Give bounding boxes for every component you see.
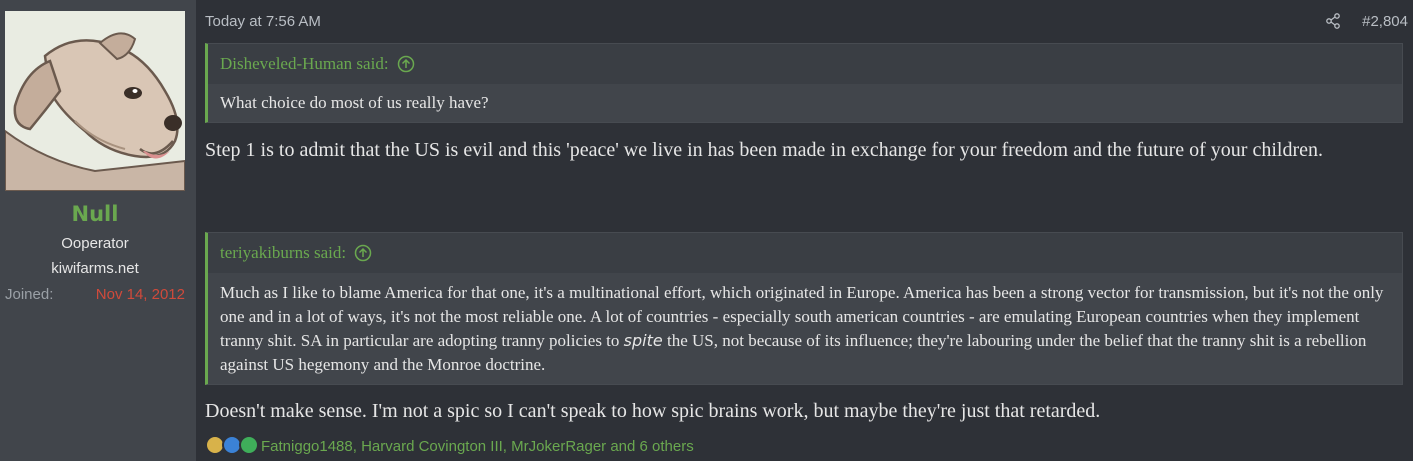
- quote-block: Disheveled-Human said: What choice do mo…: [205, 43, 1403, 123]
- user-sidebar: Null Ooperator kiwifarms.net Joined: Nov…: [0, 0, 196, 461]
- check-icon: [239, 435, 259, 455]
- jump-to-quote-icon[interactable]: [354, 244, 372, 262]
- reactions-bar[interactable]: Fatniggo1488, Harvard Covington III, MrJ…: [205, 435, 694, 457]
- post-number[interactable]: #2,804: [1362, 13, 1408, 30]
- post-content: Today at 7:56 AM #2,804 Disheveled-Human…: [196, 0, 1413, 461]
- quote-text: What choice do most of us really have?: [208, 84, 1402, 122]
- user-avatar[interactable]: [5, 11, 185, 191]
- jump-to-quote-icon[interactable]: [397, 55, 415, 73]
- reaction-icons[interactable]: [205, 435, 261, 457]
- joined-date: Nov 14, 2012: [95, 286, 185, 303]
- post-timestamp[interactable]: Today at 7:56 AM: [205, 13, 321, 30]
- joined-label: Joined:: [5, 286, 54, 303]
- post-paragraph: Doesn't make sense. I'm not a spic so I …: [205, 400, 1101, 422]
- quote-header[interactable]: Disheveled-Human said:: [208, 44, 1402, 84]
- quote-author[interactable]: Disheveled-Human said:: [220, 54, 389, 74]
- quote-author[interactable]: teriyakiburns said:: [220, 243, 346, 263]
- quote-block: teriyakiburns said: Much as I like to bl…: [205, 232, 1403, 385]
- reaction-users-link[interactable]: Fatniggo1488, Harvard Covington III, MrJ…: [261, 438, 694, 455]
- quote-text-emphasis: spite: [623, 331, 663, 350]
- user-domain: kiwifarms.net: [51, 260, 139, 277]
- quote-header[interactable]: teriyakiburns said:: [208, 233, 1402, 273]
- dog-avatar-icon: [5, 11, 185, 191]
- user-title: Ooperator: [61, 235, 129, 252]
- share-icon[interactable]: [1325, 13, 1341, 29]
- post-paragraph: Step 1 is to admit that the US is evil a…: [205, 139, 1323, 161]
- username[interactable]: Null: [0, 202, 190, 226]
- quote-text: Much as I like to blame America for that…: [208, 273, 1402, 384]
